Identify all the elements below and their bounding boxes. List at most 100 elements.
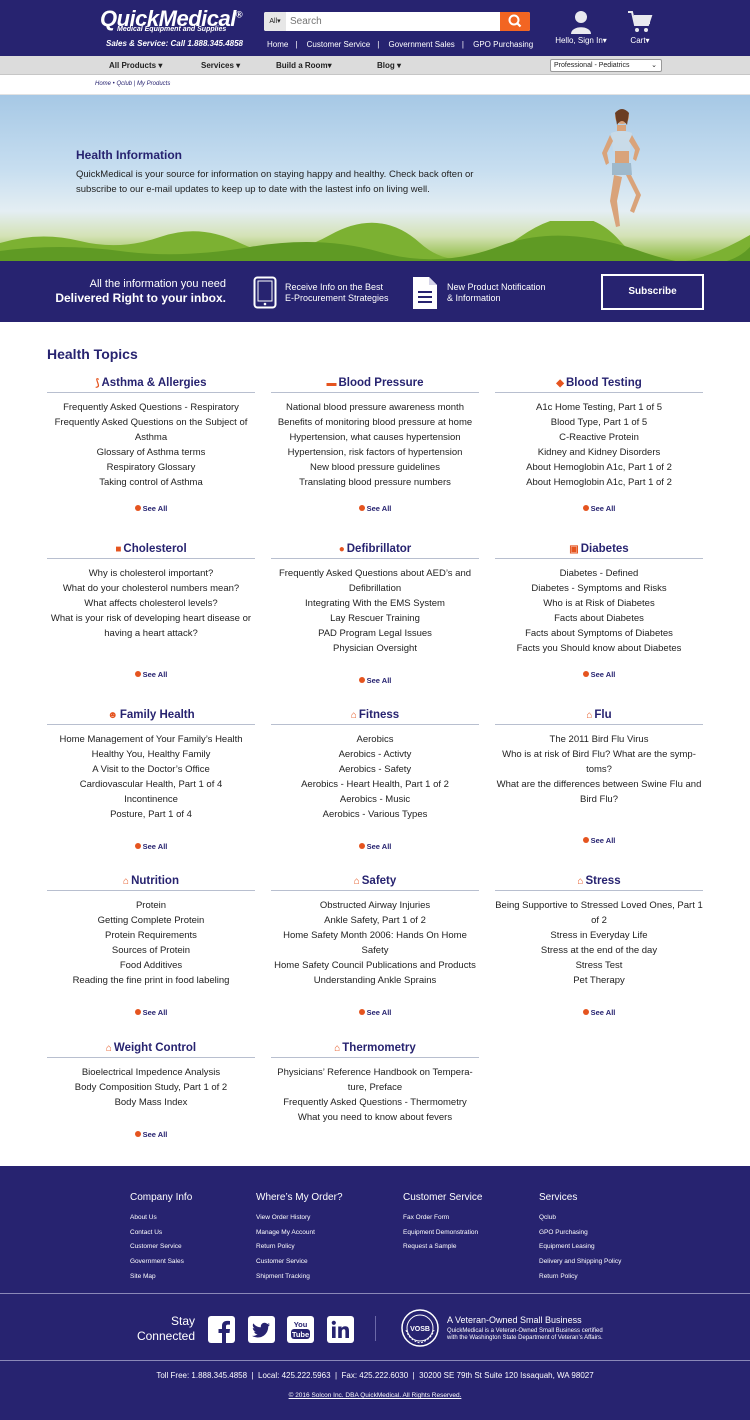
- topic-header[interactable]: ⌂ Flu: [495, 708, 703, 725]
- topic-link[interactable]: Aerobics: [271, 732, 479, 747]
- topic-link[interactable]: National blood pressure awareness month: [271, 400, 479, 415]
- footer-link[interactable]: Equipment Leasing: [539, 1240, 621, 1255]
- topic-link[interactable]: Kidney and Kidney Disorders: [495, 445, 703, 460]
- menu-blog[interactable]: Blog ▾: [377, 61, 401, 70]
- see-all-link[interactable]: See All: [495, 504, 703, 513]
- topic-header[interactable]: ⌂ Fitness: [271, 708, 479, 725]
- topic-link[interactable]: What affects cholesterol levels?: [47, 596, 255, 611]
- footer-link[interactable]: Manage My Account: [256, 1226, 343, 1241]
- topic-header[interactable]: ● Defibrillator: [271, 542, 479, 559]
- topic-link[interactable]: Translating blood pressure numbers: [271, 475, 479, 490]
- topic-link[interactable]: Taking control of Asthma: [47, 475, 255, 490]
- topic-link[interactable]: Benefits of monitoring blood pressure at…: [271, 415, 479, 430]
- topic-header[interactable]: ⌂ Weight Control: [47, 1041, 255, 1058]
- topic-link[interactable]: Protein Requirements: [47, 928, 255, 943]
- nav-customer-service[interactable]: Customer Service: [307, 40, 371, 49]
- topic-link[interactable]: Frequently Asked Questions - Respiratory: [47, 400, 255, 415]
- topic-link[interactable]: Ankle Safety, Part 1 of 2: [271, 913, 479, 928]
- footer-link[interactable]: Government Sales: [130, 1255, 192, 1270]
- topic-link[interactable]: Aerobics - Heart Health, Part 1 of 2: [271, 777, 479, 792]
- topic-link[interactable]: Stress at the end of the day: [495, 943, 703, 958]
- see-all-link[interactable]: See All: [271, 1008, 479, 1017]
- breadcrumb[interactable]: Home • Qclub | My Products: [95, 81, 170, 87]
- topic-link[interactable]: Home Safety Month 2006: Hands On Home Sa…: [271, 928, 479, 958]
- topic-link[interactable]: Facts about Diabetes: [495, 611, 703, 626]
- see-all-link[interactable]: See All: [47, 670, 255, 679]
- twitter-icon[interactable]: [248, 1316, 275, 1343]
- topic-link[interactable]: Diabetes - Symptoms and Risks: [495, 581, 703, 596]
- see-all-link[interactable]: See All: [271, 842, 479, 851]
- topic-link[interactable]: New blood pressure guidelines: [271, 460, 479, 475]
- topic-link[interactable]: What are the differences between Swine F…: [495, 777, 703, 807]
- topic-link[interactable]: Integrating With the EMS System: [271, 596, 479, 611]
- topic-link[interactable]: PAD Program Legal Issues: [271, 626, 479, 641]
- topic-link[interactable]: Aerobics - Safety: [271, 762, 479, 777]
- footer-link[interactable]: Delivery and Shipping Policy: [539, 1255, 621, 1270]
- topic-link[interactable]: What is your risk of developing heart di…: [47, 611, 255, 641]
- topic-link[interactable]: Why is cholesterol important?: [47, 566, 255, 581]
- see-all-link[interactable]: See All: [271, 504, 479, 513]
- topic-link[interactable]: What you need to know about fevers: [271, 1110, 479, 1125]
- topic-header[interactable]: ■ Cholesterol: [47, 542, 255, 559]
- topic-link[interactable]: Diabetes - Defined: [495, 566, 703, 581]
- topic-link[interactable]: Glossary of Asthma terms: [47, 445, 255, 460]
- topic-header[interactable]: ▣ Diabetes: [495, 542, 703, 559]
- topic-link[interactable]: Facts about Symptoms of Diabetes: [495, 626, 703, 641]
- footer-link[interactable]: Customer Service: [130, 1240, 192, 1255]
- topic-link[interactable]: Frequently Asked Questions on the Subjec…: [47, 415, 255, 445]
- topic-link[interactable]: Reading the fine print in food labeling: [47, 973, 255, 988]
- search-button[interactable]: [500, 12, 530, 31]
- topic-link[interactable]: Body Mass Index: [47, 1095, 255, 1110]
- topic-link[interactable]: Facts you Should know about Diabetes: [495, 641, 703, 656]
- topic-link[interactable]: Frequently Asked Questions about AED’s a…: [271, 566, 479, 596]
- footer-link[interactable]: View Order History: [256, 1211, 343, 1226]
- topic-link[interactable]: The 2011 Bird Flu Virus: [495, 732, 703, 747]
- footer-link[interactable]: Fax Order Form: [403, 1211, 482, 1226]
- see-all-link[interactable]: See All: [47, 1008, 255, 1017]
- nav-home[interactable]: Home: [267, 40, 288, 49]
- topic-link[interactable]: Aerobics - Activty: [271, 747, 479, 762]
- topic-link[interactable]: Being Supportive to Stressed Loved Ones,…: [495, 898, 703, 928]
- topic-link[interactable]: Aerobics - Music: [271, 792, 479, 807]
- see-all-link[interactable]: See All: [47, 1130, 255, 1139]
- topic-link[interactable]: A1c Home Testing, Part 1 of 5: [495, 400, 703, 415]
- footer-link[interactable]: Return Policy: [256, 1240, 343, 1255]
- topic-link[interactable]: Cardiovascular Health, Part 1 of 4: [47, 777, 255, 792]
- topic-header[interactable]: ⌂ Nutrition: [47, 874, 255, 891]
- topic-link[interactable]: Pet Therapy: [495, 973, 703, 988]
- topic-link[interactable]: Protein: [47, 898, 255, 913]
- linkedin-icon[interactable]: [327, 1316, 354, 1343]
- topic-link[interactable]: Incontinence: [47, 792, 255, 807]
- footer-link[interactable]: Customer Service: [256, 1255, 343, 1270]
- topic-link[interactable]: Frequently Asked Questions - Thermometry: [271, 1095, 479, 1110]
- footer-link[interactable]: Return Policy: [539, 1270, 621, 1285]
- topic-header[interactable]: ⌂ Stress: [495, 874, 703, 891]
- cart-menu[interactable]: Cart▾: [622, 10, 658, 45]
- topic-link[interactable]: Understanding Ankle Sprains: [271, 973, 479, 988]
- nav-government-sales[interactable]: Government Sales: [389, 40, 455, 49]
- topic-link[interactable]: About Hemoglobin A1c, Part 1 of 2: [495, 475, 703, 490]
- menu-all-products[interactable]: All Products ▾: [109, 61, 162, 70]
- topic-link[interactable]: Who is at risk of Bird Flu? What are the…: [495, 747, 703, 777]
- topic-link[interactable]: Home Management of Your Family’s Health: [47, 732, 255, 747]
- profession-select[interactable]: Professional - Pediatrics ⌄: [550, 59, 662, 72]
- topic-link[interactable]: A Visit to the Doctor’s Office: [47, 762, 255, 777]
- topic-link[interactable]: C-Reactive Protein: [495, 430, 703, 445]
- footer-link[interactable]: Equipment Demonstration: [403, 1226, 482, 1241]
- topic-link[interactable]: Posture, Part 1 of 4: [47, 807, 255, 822]
- search-scope-select[interactable]: All▾: [264, 12, 286, 31]
- footer-link[interactable]: Shipment Tracking: [256, 1270, 343, 1285]
- topic-link[interactable]: Physician Oversight: [271, 641, 479, 656]
- topic-link[interactable]: Sources of Protein: [47, 943, 255, 958]
- account-menu[interactable]: Hello, Sign In▾: [555, 10, 607, 45]
- topic-link[interactable]: Obstructed Airway Injuries: [271, 898, 479, 913]
- topic-link[interactable]: What do your cholesterol numbers mean?: [47, 581, 255, 596]
- youtube-icon[interactable]: YouTube: [287, 1316, 314, 1343]
- footer-link[interactable]: Qclub: [539, 1211, 621, 1226]
- topic-link[interactable]: Getting Complete Protein: [47, 913, 255, 928]
- topic-link[interactable]: Hypertension, risk factors of hypertensi…: [271, 445, 479, 460]
- see-all-link[interactable]: See All: [271, 676, 479, 685]
- topic-header[interactable]: ⌂ Safety: [271, 874, 479, 891]
- menu-build-a-room[interactable]: Build a Room▾: [276, 61, 332, 70]
- topic-header[interactable]: ☻ Family Health: [47, 708, 255, 725]
